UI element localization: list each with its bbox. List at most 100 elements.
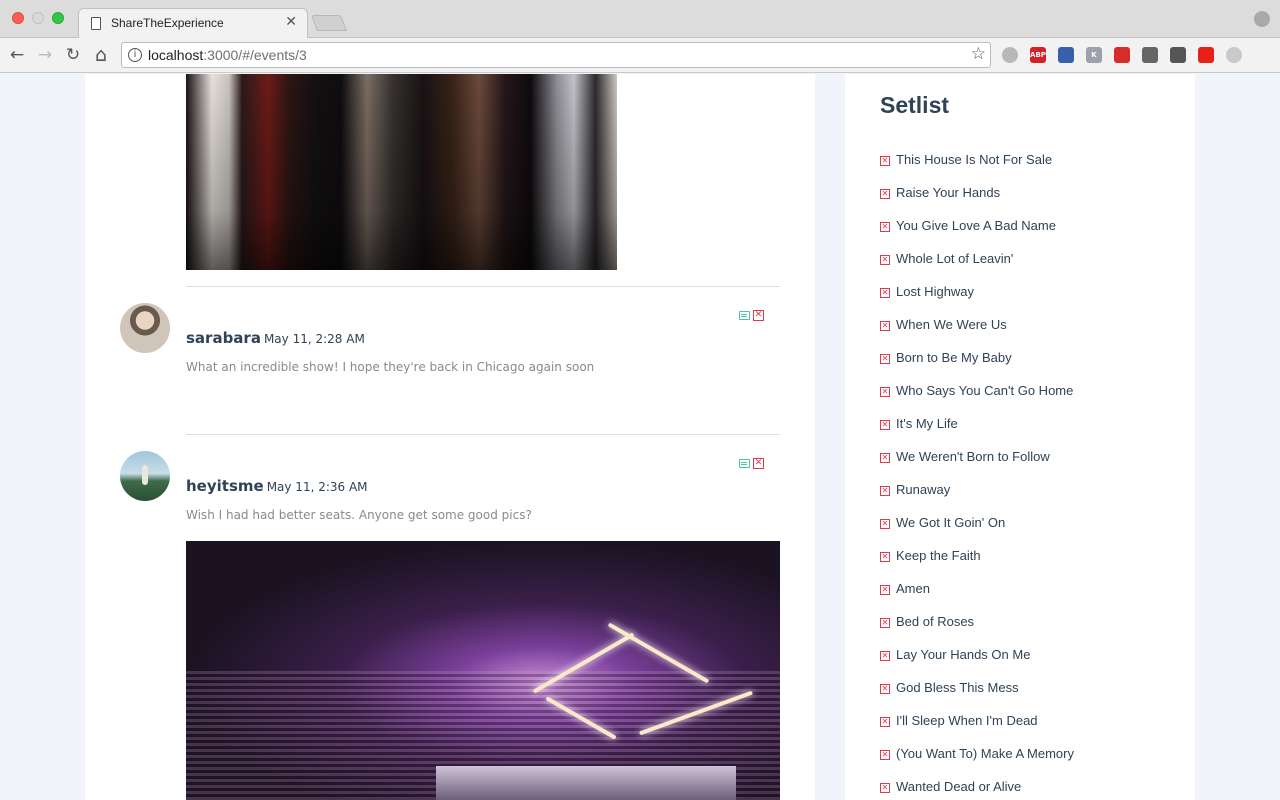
remove-song-icon[interactable]: ✕ (880, 387, 890, 397)
setlist-item: ✕ We Weren't Born to Follow (880, 449, 1074, 482)
setlist-item: ✕ Born to Be My Baby (880, 350, 1074, 383)
cast-icon[interactable] (1142, 47, 1158, 63)
setlist-item: ✕ Wanted Dead or Alive (880, 779, 1074, 800)
song-title: It's My Life (896, 416, 958, 431)
remove-song-icon[interactable]: ✕ (880, 717, 890, 727)
home-button[interactable]: ⌂ (90, 44, 112, 66)
remove-song-icon[interactable]: ✕ (880, 222, 890, 232)
edit-icon[interactable] (739, 311, 750, 320)
remove-song-icon[interactable]: ✕ (880, 486, 890, 496)
remove-song-icon[interactable]: ✕ (880, 288, 890, 298)
delete-icon[interactable]: ✕ (753, 458, 764, 469)
globe-ext-icon[interactable] (1058, 47, 1074, 63)
song-title: Lost Highway (896, 284, 975, 299)
setlist-item: ✕ This House Is Not For Sale (880, 152, 1074, 185)
song-title: You Give Love A Bad Name (896, 218, 1056, 233)
browser-toolbar: ← → ↻ ⌂ i localhost:3000/#/events/3 ☆ AB… (0, 38, 1280, 73)
address-bar[interactable]: i localhost:3000/#/events/3 ☆ (121, 42, 991, 68)
forward-button[interactable]: → (34, 44, 56, 66)
remove-song-icon[interactable]: ✕ (880, 189, 890, 199)
setlist-item: ✕ Amen (880, 581, 1074, 614)
remove-song-icon[interactable]: ✕ (880, 651, 890, 661)
remove-song-icon[interactable]: ✕ (880, 750, 890, 760)
setlist-item: ✕ Raise Your Hands (880, 185, 1074, 218)
browser-titlebar: ShareTheExperience ✕ (0, 0, 1280, 39)
setlist-item: ✕ Lost Highway (880, 284, 1074, 317)
comment-divider (186, 286, 780, 287)
setlist-item: ✕ Who Says You Can't Go Home (880, 383, 1074, 416)
song-title: When We Were Us (896, 317, 1007, 332)
song-title: Who Says You Can't Go Home (896, 383, 1074, 398)
k-ext-icon[interactable]: K (1086, 47, 1102, 63)
minimize-window-button[interactable] (32, 12, 44, 24)
delete-icon[interactable]: ✕ (753, 310, 764, 321)
edit-icon[interactable] (739, 459, 750, 468)
remove-song-icon[interactable]: ✕ (880, 684, 890, 694)
comment-header: heyitsme May 11, 2:36 AM (186, 477, 368, 495)
comment-date: May 11, 2:28 AM (263, 332, 365, 346)
song-title: We Weren't Born to Follow (896, 449, 1050, 464)
setlist-item: ✕ Keep the Faith (880, 548, 1074, 581)
remove-song-icon[interactable]: ✕ (880, 552, 890, 562)
info-icon[interactable]: i (128, 48, 142, 62)
back-button[interactable]: ← (6, 44, 28, 66)
remove-song-icon[interactable]: ✕ (880, 156, 890, 166)
setlist-panel: Setlist ✕ This House Is Not For Sale ✕ Rais… (845, 74, 1195, 800)
remove-song-icon[interactable]: ✕ (880, 420, 890, 430)
setlist-item: ✕ Lay Your Hands On Me (880, 647, 1074, 680)
setlist-item: ✕ I'll Sleep When I'm Dead (880, 713, 1074, 746)
arena-photo (186, 541, 780, 800)
avatar[interactable] (120, 451, 170, 501)
setlist-item: ✕ We Got It Goin' On (880, 515, 1074, 548)
setlist-title: Setlist (880, 92, 950, 118)
username[interactable]: sarabara (186, 329, 261, 347)
song-title: God Bless This Mess (896, 680, 1019, 695)
new-tab-button[interactable] (311, 15, 347, 31)
profile-icon[interactable] (1254, 11, 1270, 27)
song-title: I'll Sleep When I'm Dead (896, 713, 1038, 728)
reload-button[interactable]: ↻ (62, 44, 84, 66)
remove-song-icon[interactable]: ✕ (880, 618, 890, 628)
url-text[interactable]: localhost:3000/#/events/3 (148, 47, 307, 63)
tab-title: ShareTheExperience (111, 16, 224, 30)
circle-ext-icon[interactable] (1226, 47, 1242, 63)
song-title: Amen (896, 581, 930, 596)
close-window-button[interactable] (12, 12, 24, 24)
setlist-item: ✕ God Bless This Mess (880, 680, 1074, 713)
tab-active[interactable]: ShareTheExperience ✕ (78, 8, 308, 39)
remove-song-icon[interactable]: ✕ (880, 354, 890, 364)
remove-song-icon[interactable]: ✕ (880, 783, 890, 793)
adblock-plus-icon[interactable]: ABP (1030, 47, 1046, 63)
url-path: :3000/#/events/3 (203, 47, 307, 63)
setlist-item: ✕ (You Want To) Make A Memory (880, 746, 1074, 779)
song-title: Keep the Faith (896, 548, 981, 563)
username[interactable]: heyitsme (186, 477, 264, 495)
comment-header: sarabara May 11, 2:28 AM (186, 329, 365, 347)
song-title: Lay Your Hands On Me (896, 647, 1031, 662)
remove-song-icon[interactable]: ✕ (880, 585, 890, 595)
bookmark-star-icon[interactable]: ☆ (971, 44, 986, 64)
song-title: Born to Be My Baby (896, 350, 1012, 365)
setlist-item: ✕ When We Were Us (880, 317, 1074, 350)
remove-song-icon[interactable]: ✕ (880, 453, 890, 463)
cloud-ext-icon[interactable] (1002, 47, 1018, 63)
song-title: Whole Lot of Leavin' (896, 251, 1014, 266)
setlist-item: ✕ Whole Lot of Leavin' (880, 251, 1074, 284)
remove-song-icon[interactable]: ✕ (880, 321, 890, 331)
setlist-item: ✕ Bed of Roses (880, 614, 1074, 647)
youtube-ext-icon[interactable] (1198, 47, 1214, 63)
avatar[interactable] (120, 303, 170, 353)
tab-close-icon[interactable]: ✕ (285, 14, 297, 30)
setlist-item: ✕ You Give Love A Bad Name (880, 218, 1074, 251)
song-title: Wanted Dead or Alive (896, 779, 1022, 794)
red-ext-icon[interactable] (1114, 47, 1130, 63)
setlist-item: ✕ It's My Life (880, 416, 1074, 449)
zoom-window-button[interactable] (52, 12, 64, 24)
song-title: We Got It Goin' On (896, 515, 1006, 530)
setlist-item: ✕ Runaway (880, 482, 1074, 515)
remove-song-icon[interactable]: ✕ (880, 255, 890, 265)
compass-ext-icon[interactable] (1170, 47, 1186, 63)
remove-song-icon[interactable]: ✕ (880, 519, 890, 529)
document-icon (91, 17, 101, 30)
url-host: localhost (148, 47, 204, 63)
